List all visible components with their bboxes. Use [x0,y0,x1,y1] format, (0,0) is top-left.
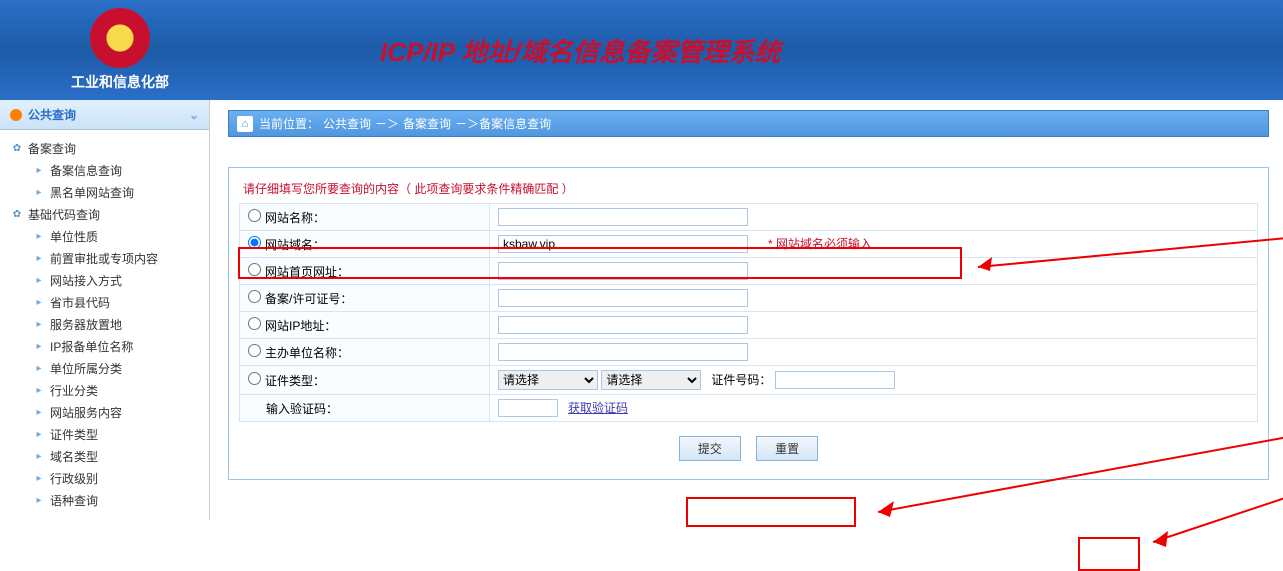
page-icon: ▸ [32,362,46,376]
bullet-icon [10,109,22,121]
gear-icon: ✿ [10,142,24,156]
header: 工业和信息化部 ICP/IP 地址/域名信息备案管理系统 [0,0,1283,100]
content: ⌂ 当前位置： 公共查询 －＞ 备案查询 －＞ 备案信息查询 请仔细填写您所要查… [210,100,1283,520]
input-site-name[interactable] [498,208,748,226]
radio-homepage[interactable] [248,263,261,276]
select-cert-type-1[interactable]: 请选择 [498,370,598,390]
breadcrumb-a[interactable]: 公共查询 [323,115,371,132]
domain-note: * 网站域名必须输入 [768,237,872,251]
tree-item[interactable]: ▸单位所属分类 [4,358,205,380]
page-icon: ▸ [32,406,46,420]
radio-sponsor[interactable] [248,344,261,357]
input-homepage[interactable] [498,262,748,280]
nav-tree: ✿备案查询▸备案信息查询▸黑名单网站查询✿基础代码查询▸单位性质▸前置审批或专项… [0,130,209,520]
button-row: 提交 重置 [239,422,1258,461]
tree-item[interactable]: ▸前置审批或专项内容 [4,248,205,270]
page-icon: ▸ [32,472,46,486]
form-panel: 请仔细填写您所要查询的内容（ 此项查询要求条件精确匹配 ） 网站名称： 网站域名… [228,167,1269,480]
org-name: 工业和信息化部 [71,72,169,92]
breadcrumb-sep2: －＞ [455,115,479,132]
form-table: 网站名称： 网站域名： * 网站域名必须输入 网站首页网址： 备案/许可证号： … [239,203,1258,422]
input-domain[interactable] [498,235,748,253]
label-cert-no: 证件号码： [711,373,771,387]
page-icon: ▸ [32,274,46,288]
tree-item[interactable]: ▸IP报备单位名称 [4,336,205,358]
emblem-icon [90,8,150,68]
radio-cert-type[interactable] [248,372,261,385]
tree-item[interactable]: ▸网站接入方式 [4,270,205,292]
label-license: 备案/许可证号： [265,292,352,306]
input-captcha[interactable] [498,399,558,417]
page-icon: ▸ [32,252,46,266]
input-ip[interactable] [498,316,748,334]
annotation-arrow-3 [1138,487,1283,557]
radio-license[interactable] [248,290,261,303]
page-icon: ▸ [32,494,46,508]
tree-item[interactable]: ▸单位性质 [4,226,205,248]
label-cert-type: 证件类型： [265,374,325,388]
breadcrumb-b[interactable]: 备案查询 [403,115,451,132]
breadcrumb-prefix: 当前位置： [259,115,319,132]
label-captcha: 输入验证码： [266,402,338,416]
page-icon: ▸ [32,164,46,178]
home-icon[interactable]: ⌂ [237,116,253,132]
page-icon: ▸ [32,318,46,332]
gear-icon: ✿ [10,208,24,222]
annotation-box-submit [1078,537,1140,571]
form-tip: 请仔细填写您所要查询的内容（ 此项查询要求条件精确匹配 ） [239,178,1258,203]
breadcrumb-sep1: －＞ [375,115,399,132]
tree-item[interactable]: ▸域名类型 [4,446,205,468]
tree-item[interactable]: ▸行政级别 [4,468,205,490]
tree-group[interactable]: ✿备案查询 [4,138,205,160]
system-title: ICP/IP 地址/域名信息备案管理系统 [380,32,781,69]
label-site-name: 网站名称： [265,211,325,225]
select-cert-type-2[interactable]: 请选择 [601,370,701,390]
reset-button[interactable]: 重置 [756,436,818,461]
label-sponsor: 主办单位名称： [265,346,349,360]
input-license[interactable] [498,289,748,307]
input-sponsor[interactable] [498,343,748,361]
sidebar: 公共查询 ⌄ ✿备案查询▸备案信息查询▸黑名单网站查询✿基础代码查询▸单位性质▸… [0,100,210,520]
chevron-down-icon: ⌄ [189,108,199,122]
tree-group[interactable]: ✿基础代码查询 [4,204,205,226]
breadcrumb: ⌂ 当前位置： 公共查询 －＞ 备案查询 －＞ 备案信息查询 [228,110,1269,137]
tree-item[interactable]: ▸语种查询 [4,490,205,512]
tree-item[interactable]: ▸服务器放置地 [4,314,205,336]
header-left: 工业和信息化部 [30,8,210,92]
radio-ip[interactable] [248,317,261,330]
radio-site-name[interactable] [248,209,261,222]
page-icon: ▸ [32,384,46,398]
annotation-box-captcha [686,497,856,527]
page-icon: ▸ [32,230,46,244]
tree-item[interactable]: ▸网站服务内容 [4,402,205,424]
label-ip: 网站IP地址： [265,319,336,333]
breadcrumb-c: 备案信息查询 [479,115,551,132]
tree-item[interactable]: ▸黑名单网站查询 [4,182,205,204]
tree-item[interactable]: ▸省市县代码 [4,292,205,314]
tree-item[interactable]: ▸备案信息查询 [4,160,205,182]
page-icon: ▸ [32,186,46,200]
tree-item[interactable]: ▸行业分类 [4,380,205,402]
sidebar-header-label: 公共查询 [28,106,76,123]
page-icon: ▸ [32,450,46,464]
page-icon: ▸ [32,428,46,442]
page-icon: ▸ [32,340,46,354]
captcha-link[interactable]: 获取验证码 [568,401,628,415]
label-domain: 网站域名： [265,238,325,252]
tree-item[interactable]: ▸证件类型 [4,424,205,446]
page-icon: ▸ [32,296,46,310]
radio-domain[interactable] [248,236,261,249]
sidebar-header[interactable]: 公共查询 ⌄ [0,100,209,130]
input-cert-no[interactable] [775,371,895,389]
submit-button[interactable]: 提交 [679,436,741,461]
label-homepage: 网站首页网址： [265,265,349,279]
